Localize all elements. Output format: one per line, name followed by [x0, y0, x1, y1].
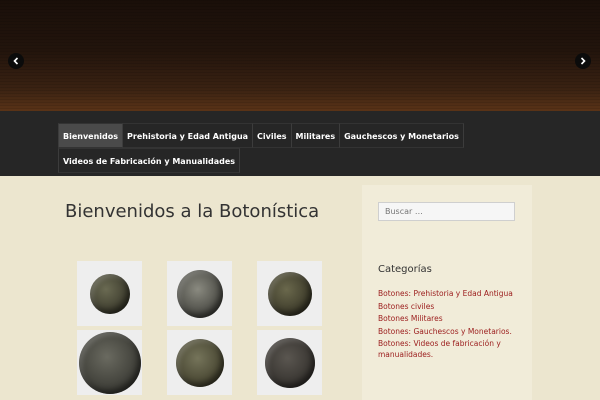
menu-row: Videos de Fabricación y Manualidades [58, 148, 241, 173]
chevron-right-icon [580, 57, 586, 65]
menu-item-videos[interactable]: Videos de Fabricación y Manualidades [58, 148, 241, 173]
menu-item-gauchescos[interactable]: Gauchescos y Monetarios [340, 123, 464, 148]
coin-image[interactable] [257, 330, 322, 395]
category-link[interactable]: Botones: Prehistoria y Edad Antigua [378, 289, 518, 300]
menu-item-militares[interactable]: Militares [291, 123, 341, 148]
coin-image[interactable] [167, 261, 232, 326]
category-link[interactable]: Botones: Videos de fabricación y manuali… [378, 339, 518, 360]
category-link[interactable]: Botones: Gauchescos y Monetarios. [378, 327, 518, 338]
menu-item-civiles[interactable]: Civiles [253, 123, 292, 148]
menu-row: Bienvenidos Prehistoria y Edad Antigua C… [58, 123, 464, 148]
categories-heading: Categorías [378, 264, 432, 275]
sidebar: Categorías Botones: Prehistoria y Edad A… [362, 185, 532, 400]
search-input[interactable] [378, 202, 515, 221]
category-link[interactable]: Botones Militares [378, 314, 518, 325]
menu-item-bienvenidos[interactable]: Bienvenidos [58, 123, 124, 148]
slider-prev-button[interactable] [8, 53, 24, 69]
slider-next-button[interactable] [575, 53, 591, 69]
category-link[interactable]: Botones civiles [378, 302, 518, 313]
coin-image[interactable] [257, 261, 322, 326]
chevron-left-icon [13, 57, 19, 65]
main-navigation: Bienvenidos Prehistoria y Edad Antigua C… [0, 111, 600, 176]
menu-item-prehistoria[interactable]: Prehistoria y Edad Antigua [123, 123, 254, 148]
page-title: Bienvenidos a la Botonística [65, 201, 320, 222]
coin-image[interactable] [77, 261, 142, 326]
header-banner [0, 0, 600, 111]
categories-list: Botones: Prehistoria y Edad Antigua Boto… [378, 289, 518, 362]
coin-image[interactable] [167, 330, 232, 395]
coin-image[interactable] [77, 330, 142, 395]
